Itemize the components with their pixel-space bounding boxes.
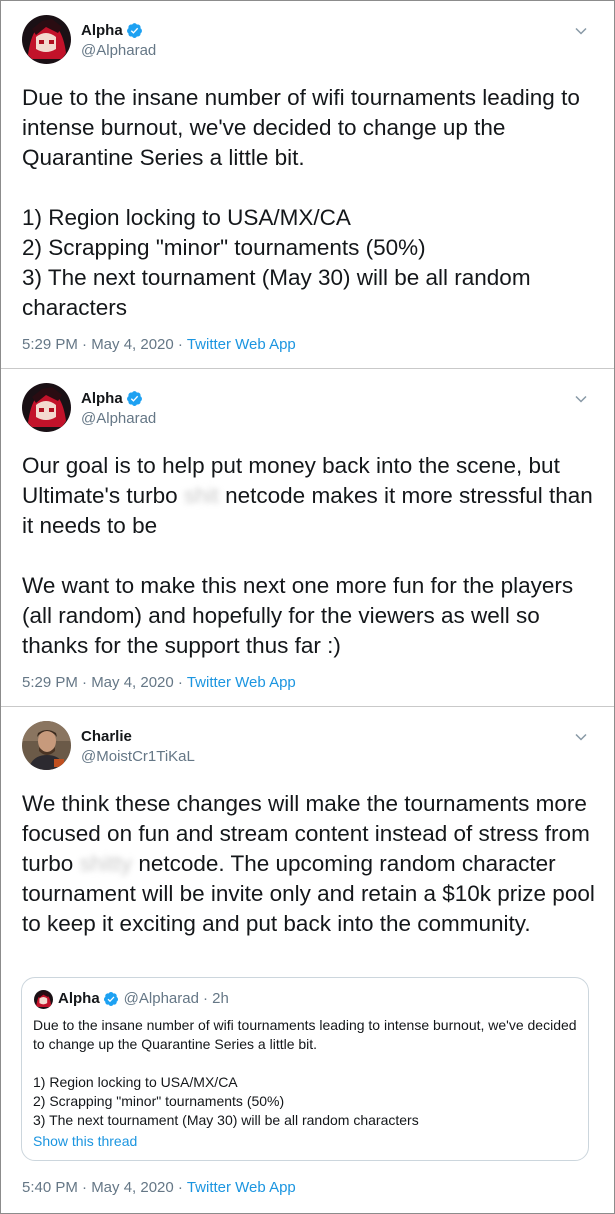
avatar-alpha[interactable] [22,15,71,64]
avatar-charlie[interactable] [22,721,71,770]
author-row: Charlie [81,728,132,745]
verified-badge-icon [126,23,142,38]
avatar-alpha[interactable] [22,383,71,432]
quote-text: Due to the insane number of wifi tournam… [33,1017,577,1128]
verified-badge-icon [103,991,118,1006]
tweet-time[interactable]: 5:40 PM · May 4, 2020 · [22,1179,187,1196]
verified-badge-icon [126,391,142,406]
quote-age: · 2h [202,990,229,1007]
author-name[interactable]: Alpha [81,22,123,39]
tweet-source-app[interactable]: Twitter Web App [187,1179,296,1196]
author-handle[interactable]: @Alpharad [81,410,156,427]
tweet-time[interactable]: 5:29 PM · May 4, 2020 · [22,336,187,353]
show-this-thread-link[interactable]: Show this thread [33,1133,137,1149]
author-handle[interactable]: @Alpharad [81,42,156,59]
tweet-text: Our goal is to help put money back into … [22,451,602,661]
author-name[interactable]: Alpha [81,390,123,407]
quote-avatar [34,990,53,1009]
censored-word: shitty [79,851,133,876]
tweet-text: Due to the insane number of wifi tournam… [22,85,580,320]
tweet-2[interactable]: Alpha @Alpharad Our goal is to help put … [1,369,614,704]
author-row: Alpha [81,22,143,39]
chevron-down-icon[interactable] [574,730,588,744]
tweet-source-app[interactable]: Twitter Web App [187,336,296,353]
quoted-tweet-card[interactable]: Alpha @Alpharad · 2h Due to the insane n… [21,977,589,1161]
chevron-down-icon[interactable] [574,24,588,38]
tweet-1[interactable]: Alpha @Alpharad Due to the insane number… [1,1,614,368]
tweet-timestamp: 5:29 PM · May 4, 2020 · Twitter Web App [22,674,296,691]
quote-header: Alpha @Alpharad · 2h [58,990,229,1007]
tweet-timestamp: 5:29 PM · May 4, 2020 · Twitter Web App [22,336,296,353]
author-handle[interactable]: @MoistCr1TiKaL [81,748,195,765]
author-name[interactable]: Charlie [81,728,132,745]
tweet-timestamp: 5:40 PM · May 4, 2020 · Twitter Web App [22,1179,296,1196]
quote-author-handle: @Alpharad [123,990,199,1007]
chevron-down-icon[interactable] [574,392,588,406]
censored-word: shit [183,483,219,508]
tweet-text: We think these changes will make the tou… [22,789,602,939]
tweet-time[interactable]: 5:29 PM · May 4, 2020 · [22,674,187,691]
quote-author-name: Alpha [58,990,100,1007]
tweet-text-after: netcode makes it more stressful than it … [22,483,593,658]
author-row: Alpha [81,390,143,407]
tweet-source-app[interactable]: Twitter Web App [187,674,296,691]
